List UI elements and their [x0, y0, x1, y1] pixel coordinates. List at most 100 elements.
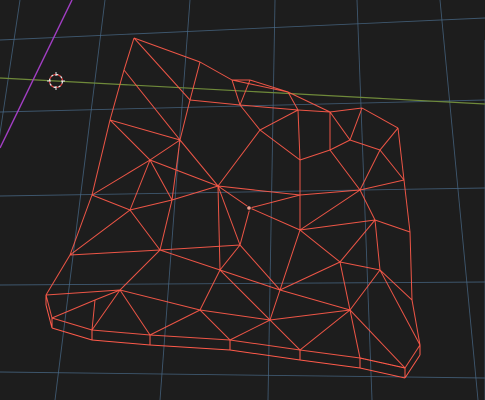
mesh-edge	[189, 61, 201, 101]
grid-line	[267, 0, 276, 400]
mesh-edge	[299, 349, 361, 359]
grid-line	[439, 0, 479, 400]
mesh-edge	[231, 79, 241, 106]
mesh-edge	[359, 179, 405, 191]
mesh-edge	[179, 99, 191, 141]
mesh-edge	[229, 319, 271, 341]
mesh-edge	[359, 357, 406, 369]
mesh-edge	[229, 339, 301, 351]
mesh-edge	[123, 69, 181, 141]
mesh-edge	[129, 159, 151, 211]
mesh-edge	[217, 185, 301, 196]
3d-viewport[interactable]	[0, 0, 485, 400]
mesh-edge	[349, 269, 381, 311]
mesh-edge	[199, 309, 271, 321]
mesh-edge	[239, 104, 261, 131]
terrain-mesh-wireframe[interactable]	[45, 37, 421, 379]
mesh-edge	[379, 269, 421, 346]
mesh-edge	[279, 289, 351, 311]
mesh-edge	[359, 189, 376, 221]
mesh-edge	[349, 309, 361, 359]
mesh-edge	[379, 149, 405, 181]
mesh-edge	[159, 249, 221, 271]
mesh-side-edge	[299, 359, 361, 369]
mesh-edge	[374, 219, 381, 271]
mesh-edge	[279, 261, 341, 291]
mesh-edge	[239, 207, 251, 246]
mesh-edge	[149, 139, 181, 161]
mesh-edge	[297, 109, 331, 113]
mesh-edge	[299, 189, 361, 231]
mesh-edge	[219, 269, 271, 321]
mesh-edge	[339, 261, 381, 271]
mesh-edge	[149, 159, 173, 201]
mesh-edge	[149, 334, 231, 341]
mesh-side-edge	[51, 327, 93, 341]
mesh-edge	[199, 269, 221, 311]
grid-line	[159, 0, 191, 400]
mesh-edge	[217, 185, 241, 246]
mesh-edge	[374, 219, 411, 233]
mesh-edge	[69, 194, 93, 256]
mesh-edge	[299, 229, 341, 263]
mesh-edge	[133, 37, 201, 63]
mesh-edge	[349, 309, 406, 369]
mesh-edge	[69, 249, 161, 256]
mesh-edge	[159, 199, 173, 251]
mesh-edge	[199, 61, 233, 81]
mesh-edge	[217, 185, 221, 271]
mesh-edge	[269, 319, 301, 351]
mesh-edge	[51, 317, 93, 331]
mesh-edge	[297, 109, 301, 161]
mesh-edge	[361, 107, 399, 129]
viewport-canvas[interactable]	[0, 0, 485, 400]
mesh-edge	[51, 299, 96, 319]
mesh-edge	[239, 79, 251, 106]
mesh-edge	[329, 149, 361, 191]
mesh-edge	[329, 111, 351, 141]
grid-line	[0, 0, 21, 137]
mesh-edge	[299, 149, 331, 161]
mesh-edge	[249, 79, 289, 93]
mesh-edge	[217, 129, 261, 187]
mesh-edge	[129, 209, 161, 251]
mesh-edge	[69, 209, 131, 256]
mesh-edge	[123, 37, 135, 71]
mesh-side-edge	[404, 354, 421, 379]
grid-line	[0, 371, 485, 379]
mesh-edge	[249, 194, 301, 209]
mesh-edge	[219, 244, 241, 271]
mesh-edge	[329, 107, 363, 113]
mesh-edge	[149, 309, 201, 336]
mesh-edge	[349, 107, 363, 141]
mesh-edge	[259, 109, 299, 131]
mesh-edge	[189, 99, 241, 106]
mesh-side-edge	[229, 349, 301, 361]
mesh-edge	[397, 127, 405, 181]
mesh-edge	[379, 269, 413, 301]
mesh-edge	[339, 261, 351, 311]
mesh-edge	[329, 139, 351, 151]
mesh-edge	[133, 37, 191, 101]
mesh-edge	[409, 231, 413, 301]
mesh-edge	[91, 194, 131, 211]
mesh-side-edge	[91, 339, 151, 346]
mesh-edge	[403, 179, 411, 233]
mesh-edge	[109, 69, 125, 121]
grid-line	[0, 187, 485, 197]
mesh-edge	[379, 127, 399, 151]
mesh-edge	[349, 139, 381, 151]
mesh-edge	[119, 289, 201, 311]
mesh-edge	[45, 254, 71, 296]
grid-line	[0, 281, 485, 286]
mesh-edge	[259, 129, 301, 161]
floor-grid	[0, 0, 485, 400]
mesh-edge	[299, 309, 351, 351]
mesh-edge	[269, 289, 281, 321]
object-origin-icon	[246, 205, 252, 211]
mesh-edge	[249, 207, 301, 231]
mesh-edge	[231, 79, 289, 93]
mesh-edge	[91, 159, 151, 196]
mesh-edge	[129, 199, 173, 211]
grid-line	[0, 99, 485, 113]
